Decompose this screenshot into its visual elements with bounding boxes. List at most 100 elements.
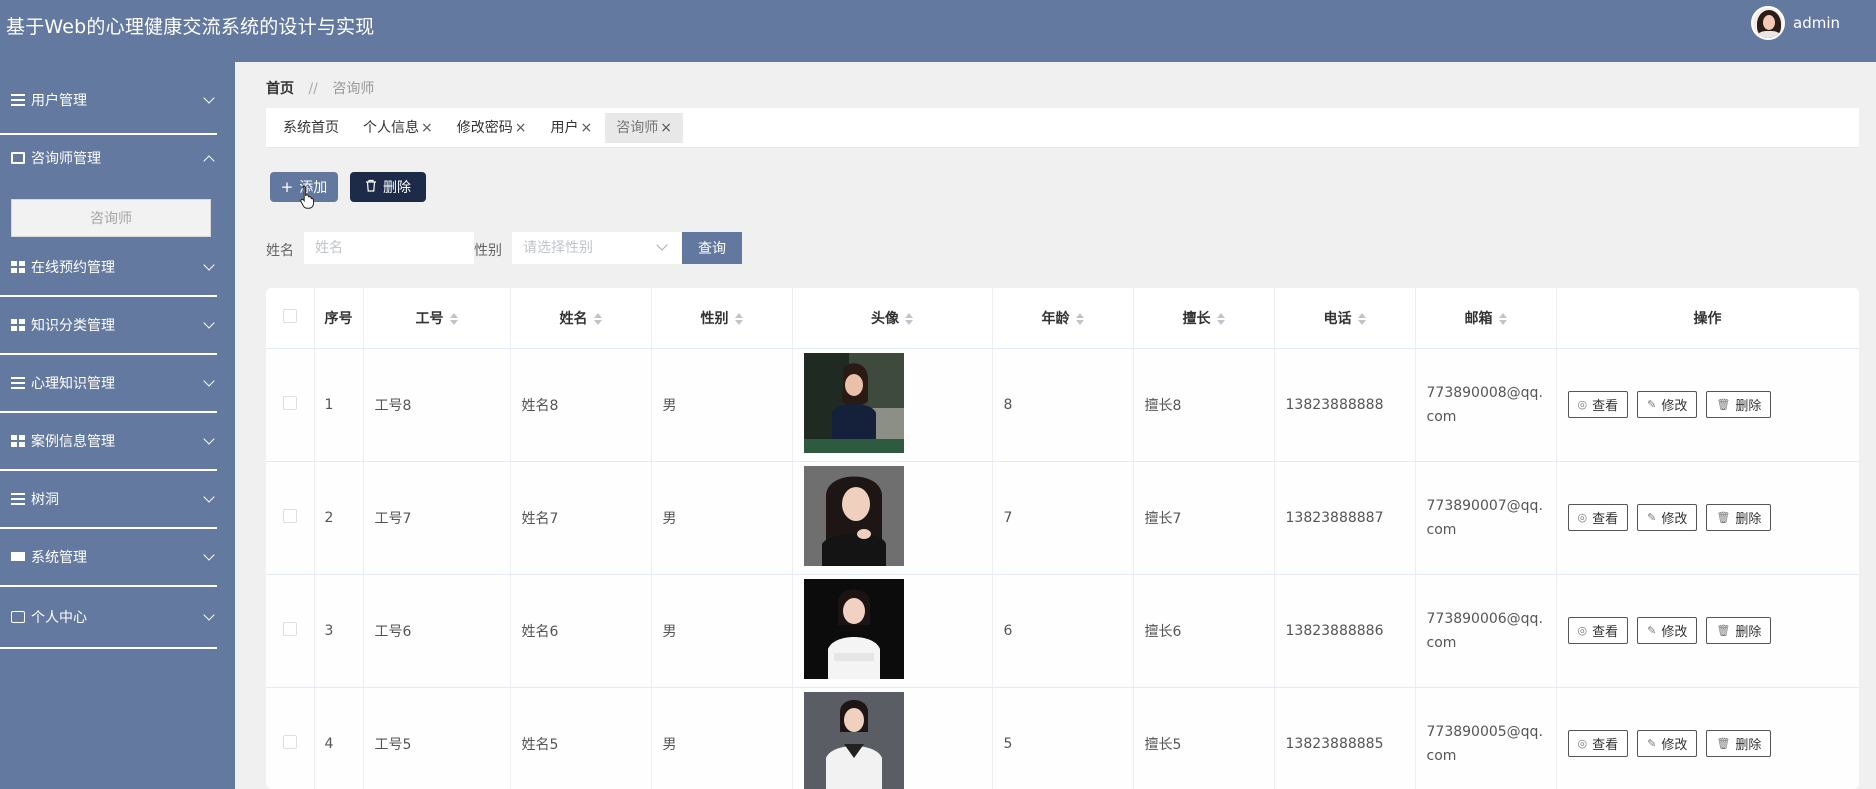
- row-delete-button[interactable]: 🗑 删除: [1706, 730, 1772, 757]
- chevron-down-icon: [203, 92, 215, 104]
- gender-filter-label: 性别: [474, 243, 502, 259]
- actions-cell: ◎ 查看 ✎ 修改 🗑 删除: [1556, 687, 1859, 789]
- name-cell: 姓名5: [510, 687, 652, 789]
- view-button[interactable]: ◎ 查看: [1567, 391, 1629, 418]
- phone-cell: 13823888888: [1274, 348, 1416, 462]
- index-cell: 1: [314, 348, 364, 462]
- pencil-icon: ✎: [1647, 624, 1657, 637]
- list-icon: [11, 377, 25, 389]
- tab-personal-info[interactable]: 个人信息 ×: [352, 113, 444, 143]
- row-delete-button[interactable]: 🗑 删除: [1706, 504, 1772, 531]
- pencil-icon: ✎: [1647, 511, 1657, 524]
- breadcrumb-current: 咨询师: [332, 81, 375, 97]
- column-header-actions: 操作: [1556, 288, 1859, 349]
- tab-change-password[interactable]: 修改密码 ×: [446, 113, 538, 143]
- gender-select[interactable]: [512, 232, 682, 264]
- view-button[interactable]: ◎ 查看: [1567, 504, 1629, 531]
- name-search-input[interactable]: [304, 232, 474, 264]
- row-checkbox[interactable]: [282, 734, 297, 749]
- edit-button[interactable]: ✎ 修改: [1637, 391, 1698, 418]
- sidebar-item-system-management[interactable]: 系统管理: [0, 529, 235, 585]
- sidebar-subitem-counselor[interactable]: 咨询师: [11, 199, 211, 237]
- view-button[interactable]: ◎ 查看: [1567, 730, 1629, 757]
- actions-cell: ◎ 查看 ✎ 修改 🗑 删除: [1556, 348, 1859, 462]
- chevron-down-icon: [203, 375, 215, 387]
- chevron-down-icon: [203, 549, 215, 561]
- pencil-icon: ✎: [1647, 398, 1657, 411]
- column-header-avatar[interactable]: 头像: [792, 288, 993, 349]
- close-icon[interactable]: ×: [580, 120, 592, 136]
- sidebar: 用户管理 咨询师管理 咨询师 在线预约管理 知识分类管理 心理知识管理 案例信息…: [0, 62, 235, 789]
- sort-icon[interactable]: [1075, 312, 1084, 325]
- sidebar-item-user-management[interactable]: 用户管理: [0, 72, 235, 128]
- sidebar-item-knowledge-category[interactable]: 知识分类管理: [0, 297, 235, 353]
- close-icon[interactable]: ×: [515, 120, 527, 136]
- user-menu[interactable]: admin: [1751, 6, 1840, 40]
- delete-label: 删除: [1735, 399, 1762, 414]
- close-icon[interactable]: ×: [660, 120, 672, 136]
- user-name[interactable]: admin: [1793, 14, 1840, 32]
- edit-button[interactable]: ✎ 修改: [1637, 617, 1698, 644]
- age-cell: 8: [992, 348, 1134, 462]
- close-icon[interactable]: ×: [421, 120, 433, 136]
- row-checkbox[interactable]: [282, 395, 297, 410]
- index-cell: 3: [314, 574, 364, 688]
- column-header-specialty[interactable]: 擅长: [1133, 288, 1275, 349]
- column-label: 姓名: [559, 310, 588, 327]
- sort-icon[interactable]: [1498, 312, 1507, 325]
- sidebar-item-psych-knowledge[interactable]: 心理知识管理: [0, 355, 235, 411]
- sidebar-item-label: 个人中心: [31, 610, 87, 626]
- breadcrumb-home[interactable]: 首页: [266, 81, 294, 97]
- counselor-photo[interactable]: [803, 465, 904, 566]
- index-cell: 4: [314, 687, 364, 789]
- sidebar-item-personal-center[interactable]: 个人中心: [0, 589, 235, 645]
- column-header-name[interactable]: 姓名: [510, 288, 652, 349]
- search-button[interactable]: 查询: [682, 232, 742, 264]
- age-cell: 6: [992, 574, 1134, 688]
- grid-icon: [11, 319, 25, 331]
- email-cell: 773890008@qq.com: [1415, 348, 1557, 462]
- edit-button[interactable]: ✎ 修改: [1637, 504, 1698, 531]
- phone-cell: 13823888887: [1274, 461, 1416, 575]
- sort-icon[interactable]: [905, 312, 913, 325]
- sort-icon[interactable]: [1357, 312, 1366, 325]
- column-label: 电话: [1323, 310, 1352, 327]
- tab-users[interactable]: 用户 ×: [539, 113, 603, 143]
- sidebar-item-counselor-management[interactable]: 咨询师管理: [0, 130, 235, 186]
- row-delete-button[interactable]: 🗑 删除: [1706, 617, 1772, 644]
- sidebar-item-case-management[interactable]: 案例信息管理: [0, 413, 235, 469]
- delete-button[interactable]: 删除: [350, 172, 426, 202]
- gender-cell: 男: [651, 461, 793, 575]
- sort-icon[interactable]: [1216, 312, 1225, 325]
- view-button[interactable]: ◎ 查看: [1567, 617, 1629, 644]
- card-icon: [11, 611, 25, 623]
- column-header-email[interactable]: 邮箱: [1415, 288, 1557, 349]
- name-cell: 姓名8: [510, 348, 652, 462]
- tab-system-home[interactable]: 系统首页: [272, 113, 350, 143]
- sort-icon[interactable]: [449, 312, 458, 325]
- counselor-photo[interactable]: [803, 352, 904, 453]
- email-cell: 773890007@qq.com: [1415, 461, 1557, 575]
- counselor-photo[interactable]: [803, 578, 904, 679]
- user-avatar[interactable]: [1751, 6, 1785, 40]
- tab-counselor[interactable]: 咨询师 ×: [605, 112, 683, 143]
- row-checkbox[interactable]: [282, 508, 297, 523]
- sort-icon[interactable]: [734, 312, 743, 325]
- app-title: 基于Web的心理健康交流系统的设计与实现: [6, 16, 375, 38]
- row-checkbox[interactable]: [282, 621, 297, 636]
- column-header-job-no[interactable]: 工号: [363, 288, 511, 349]
- sidebar-item-tree-hole[interactable]: 树洞: [0, 471, 235, 527]
- column-header-age[interactable]: 年龄: [992, 288, 1134, 349]
- select-all-checkbox[interactable]: [282, 308, 297, 323]
- sort-icon[interactable]: [593, 312, 602, 325]
- email-cell: 773890005@qq.com: [1415, 687, 1557, 789]
- column-header-gender[interactable]: 性别: [651, 288, 793, 349]
- counselor-photo[interactable]: [803, 691, 904, 789]
- name-cell: 姓名7: [510, 461, 652, 575]
- eye-icon: ◎: [1577, 398, 1588, 411]
- mouse-cursor-icon: [300, 185, 314, 209]
- column-header-phone[interactable]: 电话: [1274, 288, 1416, 349]
- edit-button[interactable]: ✎ 修改: [1637, 730, 1698, 757]
- row-delete-button[interactable]: 🗑 删除: [1706, 391, 1772, 418]
- sidebar-item-appointment-management[interactable]: 在线预约管理: [0, 239, 235, 295]
